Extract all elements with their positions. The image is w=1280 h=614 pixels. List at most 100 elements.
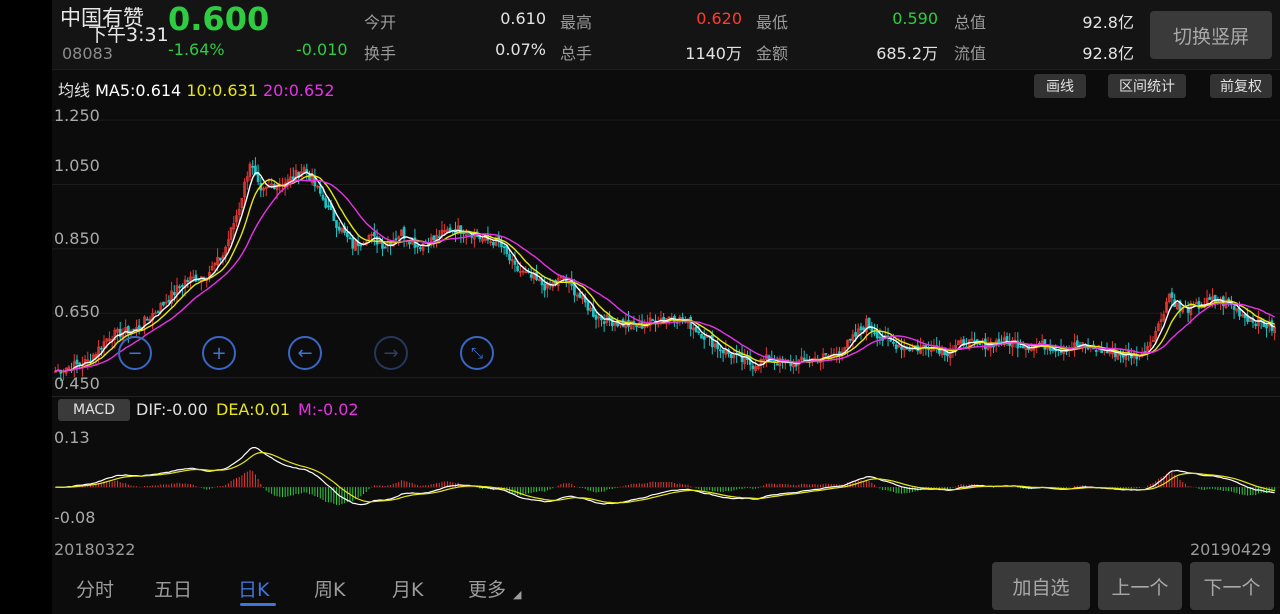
candle-body [1005, 336, 1009, 342]
candle [370, 231, 374, 244]
candle-body [432, 235, 436, 241]
candle-body [867, 317, 871, 328]
float-cap-label: 流值 [954, 44, 987, 63]
macd-chart[interactable] [52, 424, 1280, 528]
arrow-right-icon[interactable]: → [374, 336, 408, 370]
candle-body [508, 253, 511, 261]
candle [1232, 305, 1236, 319]
candle [1173, 293, 1176, 308]
candle-body [651, 319, 655, 322]
candle-body [99, 347, 103, 350]
candle [224, 245, 228, 263]
candle [1159, 312, 1163, 331]
candle-body [348, 237, 352, 240]
candle-body [324, 198, 328, 208]
candle-body [345, 231, 349, 237]
candle [324, 196, 328, 209]
candle [981, 338, 985, 351]
candle-body [710, 334, 714, 348]
candle [54, 366, 57, 373]
tab-five-day[interactable]: 五日 [154, 575, 192, 602]
draw-line-button[interactable]: 画线 [1034, 74, 1086, 98]
more-caret-icon: ◢ [513, 588, 522, 601]
candle-body [621, 319, 625, 327]
candle [175, 277, 179, 304]
collapse-icon[interactable]: ⤡ [460, 336, 494, 370]
turnover-label: 换手 [364, 44, 397, 63]
tab-daily-k[interactable]: 日K [238, 575, 269, 602]
candle [210, 261, 214, 272]
candle [589, 305, 592, 312]
previous-stock-button[interactable]: 上一个 [1098, 562, 1182, 610]
candle-body [1051, 348, 1055, 351]
zoom-out-icon[interactable]: − [118, 336, 152, 370]
bottom-bar [52, 560, 1280, 614]
candle-body [194, 274, 198, 282]
candle [927, 341, 930, 358]
candle [1011, 337, 1014, 357]
candle-body [186, 280, 190, 282]
y-tick-label: 0.850 [54, 229, 100, 248]
ma-legend: 均线 MA5:0.614 10:0.631 20:0.652 [58, 77, 335, 101]
switch-portrait-button[interactable]: 切换竖屏 [1150, 11, 1272, 59]
high-value: 0.620 [696, 9, 742, 28]
candle [251, 160, 255, 175]
adjust-price-button[interactable]: 前复权 [1210, 74, 1272, 98]
active-tab-indicator [240, 603, 276, 606]
ma10-line [55, 174, 1275, 373]
candle [870, 321, 874, 338]
candle [1221, 295, 1225, 315]
candle-body [997, 338, 1001, 344]
candle [535, 264, 538, 282]
candle [145, 316, 149, 321]
quote-header: 中国有赞 下午3:31 08083 0.600 -1.64% -0.010 今开… [52, 0, 1280, 70]
open-value: 0.610 [500, 9, 546, 28]
macd-indicator-button[interactable]: MACD [58, 399, 130, 421]
candle [989, 337, 993, 357]
tab-weekly-k[interactable]: 周K [314, 575, 345, 602]
candle [743, 348, 747, 370]
candle [408, 240, 411, 249]
candle [310, 168, 314, 186]
candle [651, 318, 655, 322]
add-watchlist-button[interactable]: 加自选 [992, 562, 1090, 610]
candle [873, 323, 876, 337]
candle-body [1119, 353, 1122, 356]
volume-label: 总手 [560, 44, 593, 63]
candle-body [873, 332, 876, 335]
candle-body [1105, 351, 1109, 354]
candle [481, 233, 484, 244]
candle-body [1232, 305, 1236, 310]
macd-y-tick-label: 0.13 [54, 428, 90, 447]
candle [1002, 331, 1006, 348]
candle [954, 339, 957, 356]
candle [1013, 332, 1017, 348]
next-stock-button[interactable]: 下一个 [1190, 562, 1274, 610]
candle-body [418, 247, 422, 250]
candle-body [1186, 307, 1190, 313]
zoom-in-icon[interactable]: + [202, 336, 236, 370]
candle [264, 186, 268, 197]
tab-monthly-k[interactable]: 月K [392, 575, 423, 602]
interval-stats-button[interactable]: 区间统计 [1108, 74, 1186, 98]
candle [154, 310, 157, 315]
candle [389, 241, 392, 255]
candle [108, 331, 111, 343]
kline-chart[interactable] [52, 100, 1280, 396]
candle [1243, 314, 1247, 327]
candle-body [327, 205, 330, 208]
arrow-left-icon[interactable]: ← [288, 336, 322, 370]
tab-intraday[interactable]: 分时 [76, 575, 114, 602]
float-cap-value: 92.8亿 [1082, 44, 1134, 63]
candle-body [332, 209, 336, 221]
candle-body [408, 241, 411, 245]
candle [135, 319, 138, 337]
candle-body [178, 286, 182, 289]
candle [1224, 291, 1228, 309]
candle [1254, 322, 1258, 330]
tab-more[interactable]: 更多 [468, 575, 506, 602]
candle [935, 336, 939, 353]
candle-body [1170, 292, 1174, 298]
candle [229, 226, 233, 244]
candle-body [908, 349, 912, 352]
